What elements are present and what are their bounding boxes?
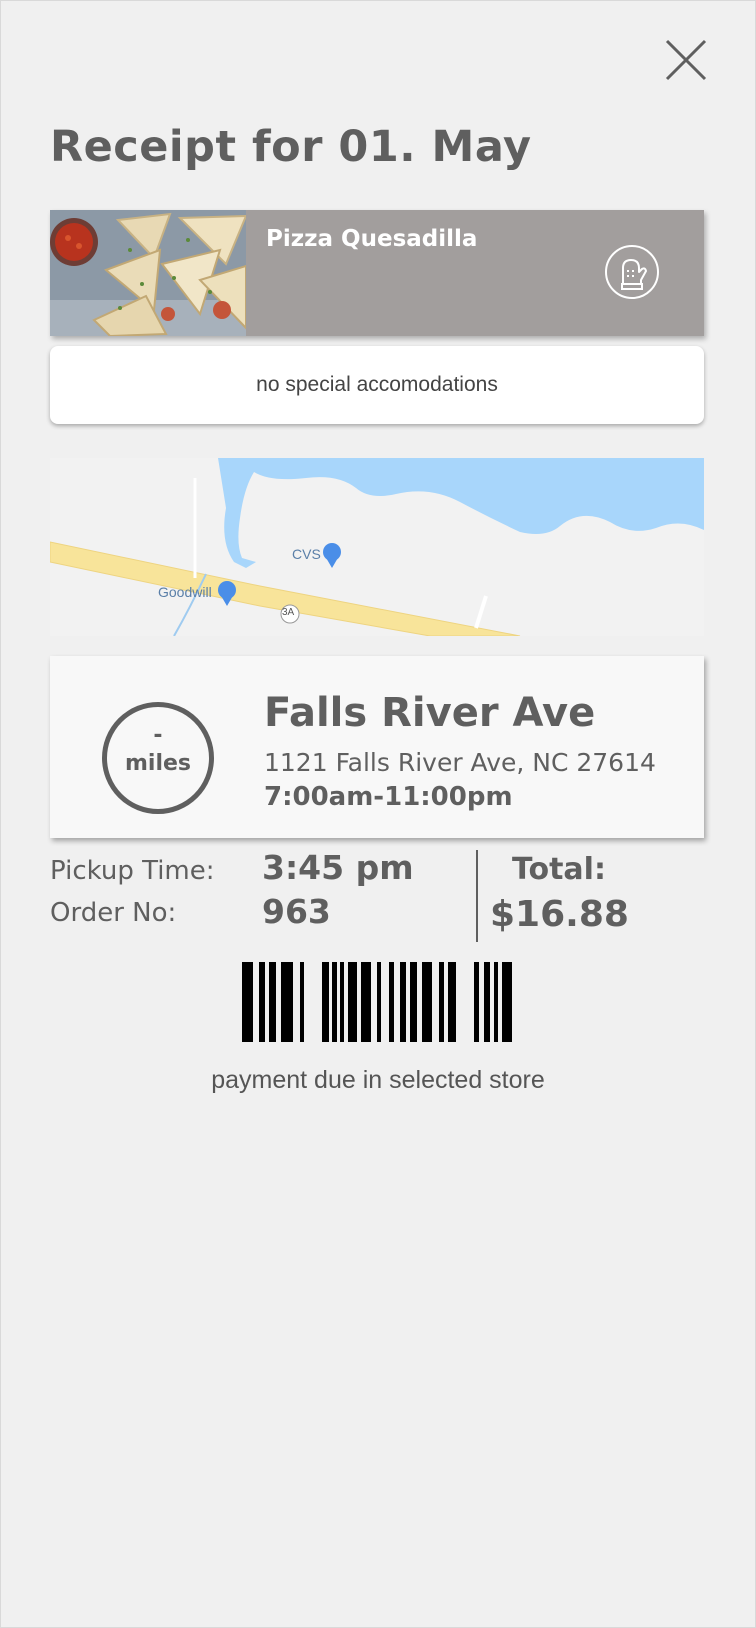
map-label-cvs: CVS: [292, 546, 321, 562]
barcode-bar: [281, 962, 293, 1042]
close-icon: [665, 39, 707, 81]
payment-note: payment due in selected store: [211, 1066, 545, 1094]
barcode-bar: [484, 962, 490, 1042]
barcode: [242, 962, 514, 1042]
store-address: 1121 Falls River Ave, NC 27614: [264, 748, 656, 777]
barcode-bar: [389, 962, 394, 1042]
pickup-time-value: 3:45 pm: [262, 848, 414, 887]
order-number-label: Order No:: [50, 898, 177, 928]
total-label: Total:: [512, 852, 606, 887]
store-card[interactable]: - miles Falls River Ave 1121 Falls River…: [50, 656, 704, 838]
barcode-bar: [410, 962, 417, 1042]
map-view[interactable]: CVS Goodwill 3A: [50, 458, 704, 636]
page-title: Receipt for 01. May: [50, 122, 532, 172]
item-name: Pizza Quesadilla: [266, 226, 478, 252]
barcode-bar: [377, 962, 381, 1042]
map-label-goodwill: Goodwill: [158, 584, 212, 600]
barcode-bar: [340, 962, 344, 1042]
oven-mitt-icon: [605, 245, 659, 299]
barcode-bar: [242, 962, 253, 1042]
barcode-bar: [474, 962, 479, 1042]
barcode-bar: [259, 962, 265, 1042]
order-number-value: 963: [262, 892, 331, 931]
divider: [476, 850, 478, 942]
barcode-bar: [332, 962, 337, 1042]
barcode-bar: [322, 962, 329, 1042]
distance-badge: - miles: [102, 702, 214, 814]
distance-value: -: [153, 723, 163, 748]
barcode-bar: [300, 962, 304, 1042]
close-button[interactable]: [664, 38, 708, 82]
pickup-time-label: Pickup Time:: [50, 856, 215, 886]
barcode-bar: [448, 962, 456, 1042]
total-value: $16.88: [490, 894, 629, 935]
route-shield: 3A: [282, 607, 295, 618]
barcode-bar: [400, 962, 406, 1042]
barcode-bar: [269, 962, 276, 1042]
store-hours: 7:00am-11:00pm: [264, 782, 513, 812]
accommodations-note: no special accomodations: [50, 346, 704, 424]
item-photo: [50, 210, 246, 336]
barcode-bar: [348, 962, 357, 1042]
store-name: Falls River Ave: [264, 690, 596, 736]
barcode-bar: [502, 962, 512, 1042]
item-card[interactable]: Pizza Quesadilla: [50, 210, 704, 336]
distance-unit: miles: [124, 751, 192, 776]
barcode-bar: [361, 962, 371, 1042]
barcode-bar: [439, 962, 444, 1042]
barcode-bar: [494, 962, 498, 1042]
barcode-bar: [422, 962, 432, 1042]
